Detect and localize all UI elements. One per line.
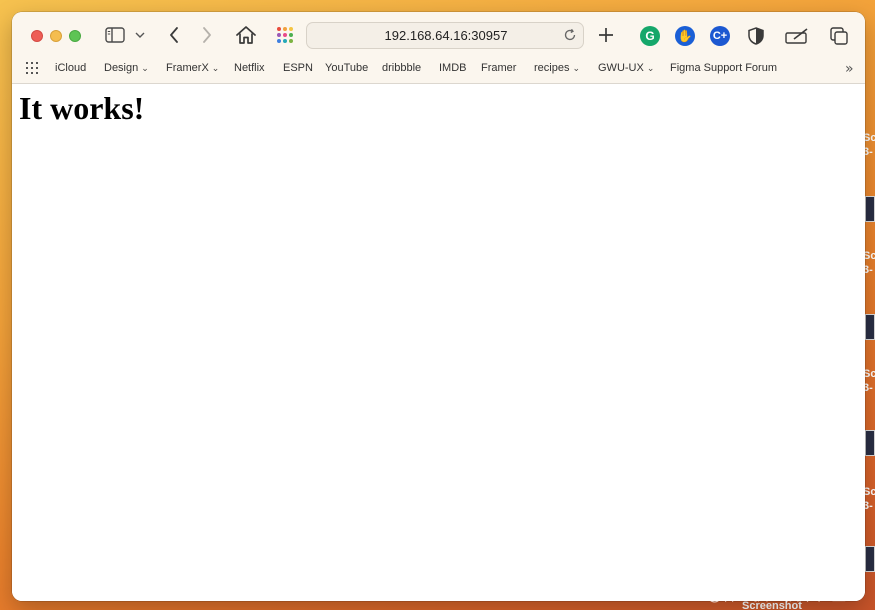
new-tab-button[interactable] <box>595 24 617 46</box>
start-page-grid-button[interactable] <box>274 24 296 46</box>
bookmark-design[interactable]: Design ⌄ <box>104 62 149 74</box>
home-icon <box>236 26 256 44</box>
chevron-down-icon: ⌄ <box>141 63 149 73</box>
page-content: It works! <box>12 85 865 601</box>
privacy-shield-button[interactable] <box>745 25 767 47</box>
hand-block-icon[interactable]: ✋ <box>675 26 695 46</box>
bookmark-netflix[interactable]: Netflix <box>234 62 265 74</box>
chevron-double-right-icon[interactable]: » <box>845 61 854 77</box>
minimize-window-button[interactable] <box>50 30 62 42</box>
bookmark-framerx[interactable]: FramerX ⌄ <box>166 62 219 74</box>
watermark: @稀土掘金技术社区 <box>707 586 847 604</box>
plus-icon <box>599 28 613 42</box>
desktop-file-thumbnail[interactable] <box>865 430 875 456</box>
bookmarks-bar: iCloud Design ⌄ FramerX ⌄ Netflix ESPN You… <box>12 60 865 80</box>
address-bar[interactable]: 192.168.64.16:30957 <box>306 22 584 49</box>
bookmark-gwu-ux[interactable]: GWU-UX ⌄ <box>598 62 654 74</box>
desktop-file-thumbnail[interactable] <box>865 196 875 222</box>
back-button[interactable] <box>164 24 184 46</box>
markup-button[interactable] <box>784 25 810 47</box>
chevron-right-icon <box>203 27 211 43</box>
browser-window: 192.168.64.16:30957 G ✋ C+ iCloud Design… <box>12 12 865 601</box>
chevron-left-icon <box>170 27 178 43</box>
sidebar-toggle-button[interactable] <box>104 25 126 45</box>
sidebar-icon <box>105 27 125 43</box>
desktop-file-thumbnail[interactable] <box>865 314 875 340</box>
reload-icon <box>564 28 576 41</box>
bookmarks-grid-icon[interactable] <box>25 61 41 77</box>
bookmark-icloud[interactable]: iCloud <box>55 62 86 74</box>
pen-tablet-icon <box>785 28 808 44</box>
desktop-file-thumbnail[interactable] <box>865 546 875 572</box>
bookmark-imdb[interactable]: IMDB <box>439 62 467 74</box>
chevron-down-icon: ⌄ <box>572 63 581 73</box>
bookmark-dribbble[interactable]: dribbble <box>382 62 421 74</box>
bookmark-figma-support-forum[interactable]: Figma Support Forum <box>670 62 777 74</box>
close-window-button[interactable] <box>31 30 43 42</box>
tab-overview-button[interactable] <box>828 25 850 47</box>
bookmark-recipes[interactable]: recipes ⌄ <box>534 62 580 74</box>
chevron-down-icon[interactable] <box>133 26 147 44</box>
bookmark-framer[interactable]: Framer <box>481 62 516 74</box>
chevron-down-icon: ⌄ <box>211 63 220 73</box>
chevron-down-icon: ⌄ <box>646 63 655 73</box>
maximize-window-button[interactable] <box>69 30 81 42</box>
colorful-grid-icon <box>277 27 293 43</box>
reload-button[interactable] <box>563 28 579 44</box>
c-plus-icon[interactable]: C+ <box>710 26 730 46</box>
tabs-icon <box>830 27 848 45</box>
bookmark-espn[interactable]: ESPN <box>283 62 313 74</box>
home-button[interactable] <box>234 23 258 47</box>
bookmark-youtube[interactable]: YouTube <box>325 62 368 74</box>
address-text: 192.168.64.16:30957 <box>384 28 508 43</box>
forward-button[interactable] <box>197 24 217 46</box>
browser-toolbar: 192.168.64.16:30957 G ✋ C+ iCloud Design… <box>12 12 865 84</box>
grammarly-icon[interactable]: G <box>640 26 660 46</box>
shield-icon <box>748 27 764 45</box>
page-heading: It works! <box>19 90 145 126</box>
